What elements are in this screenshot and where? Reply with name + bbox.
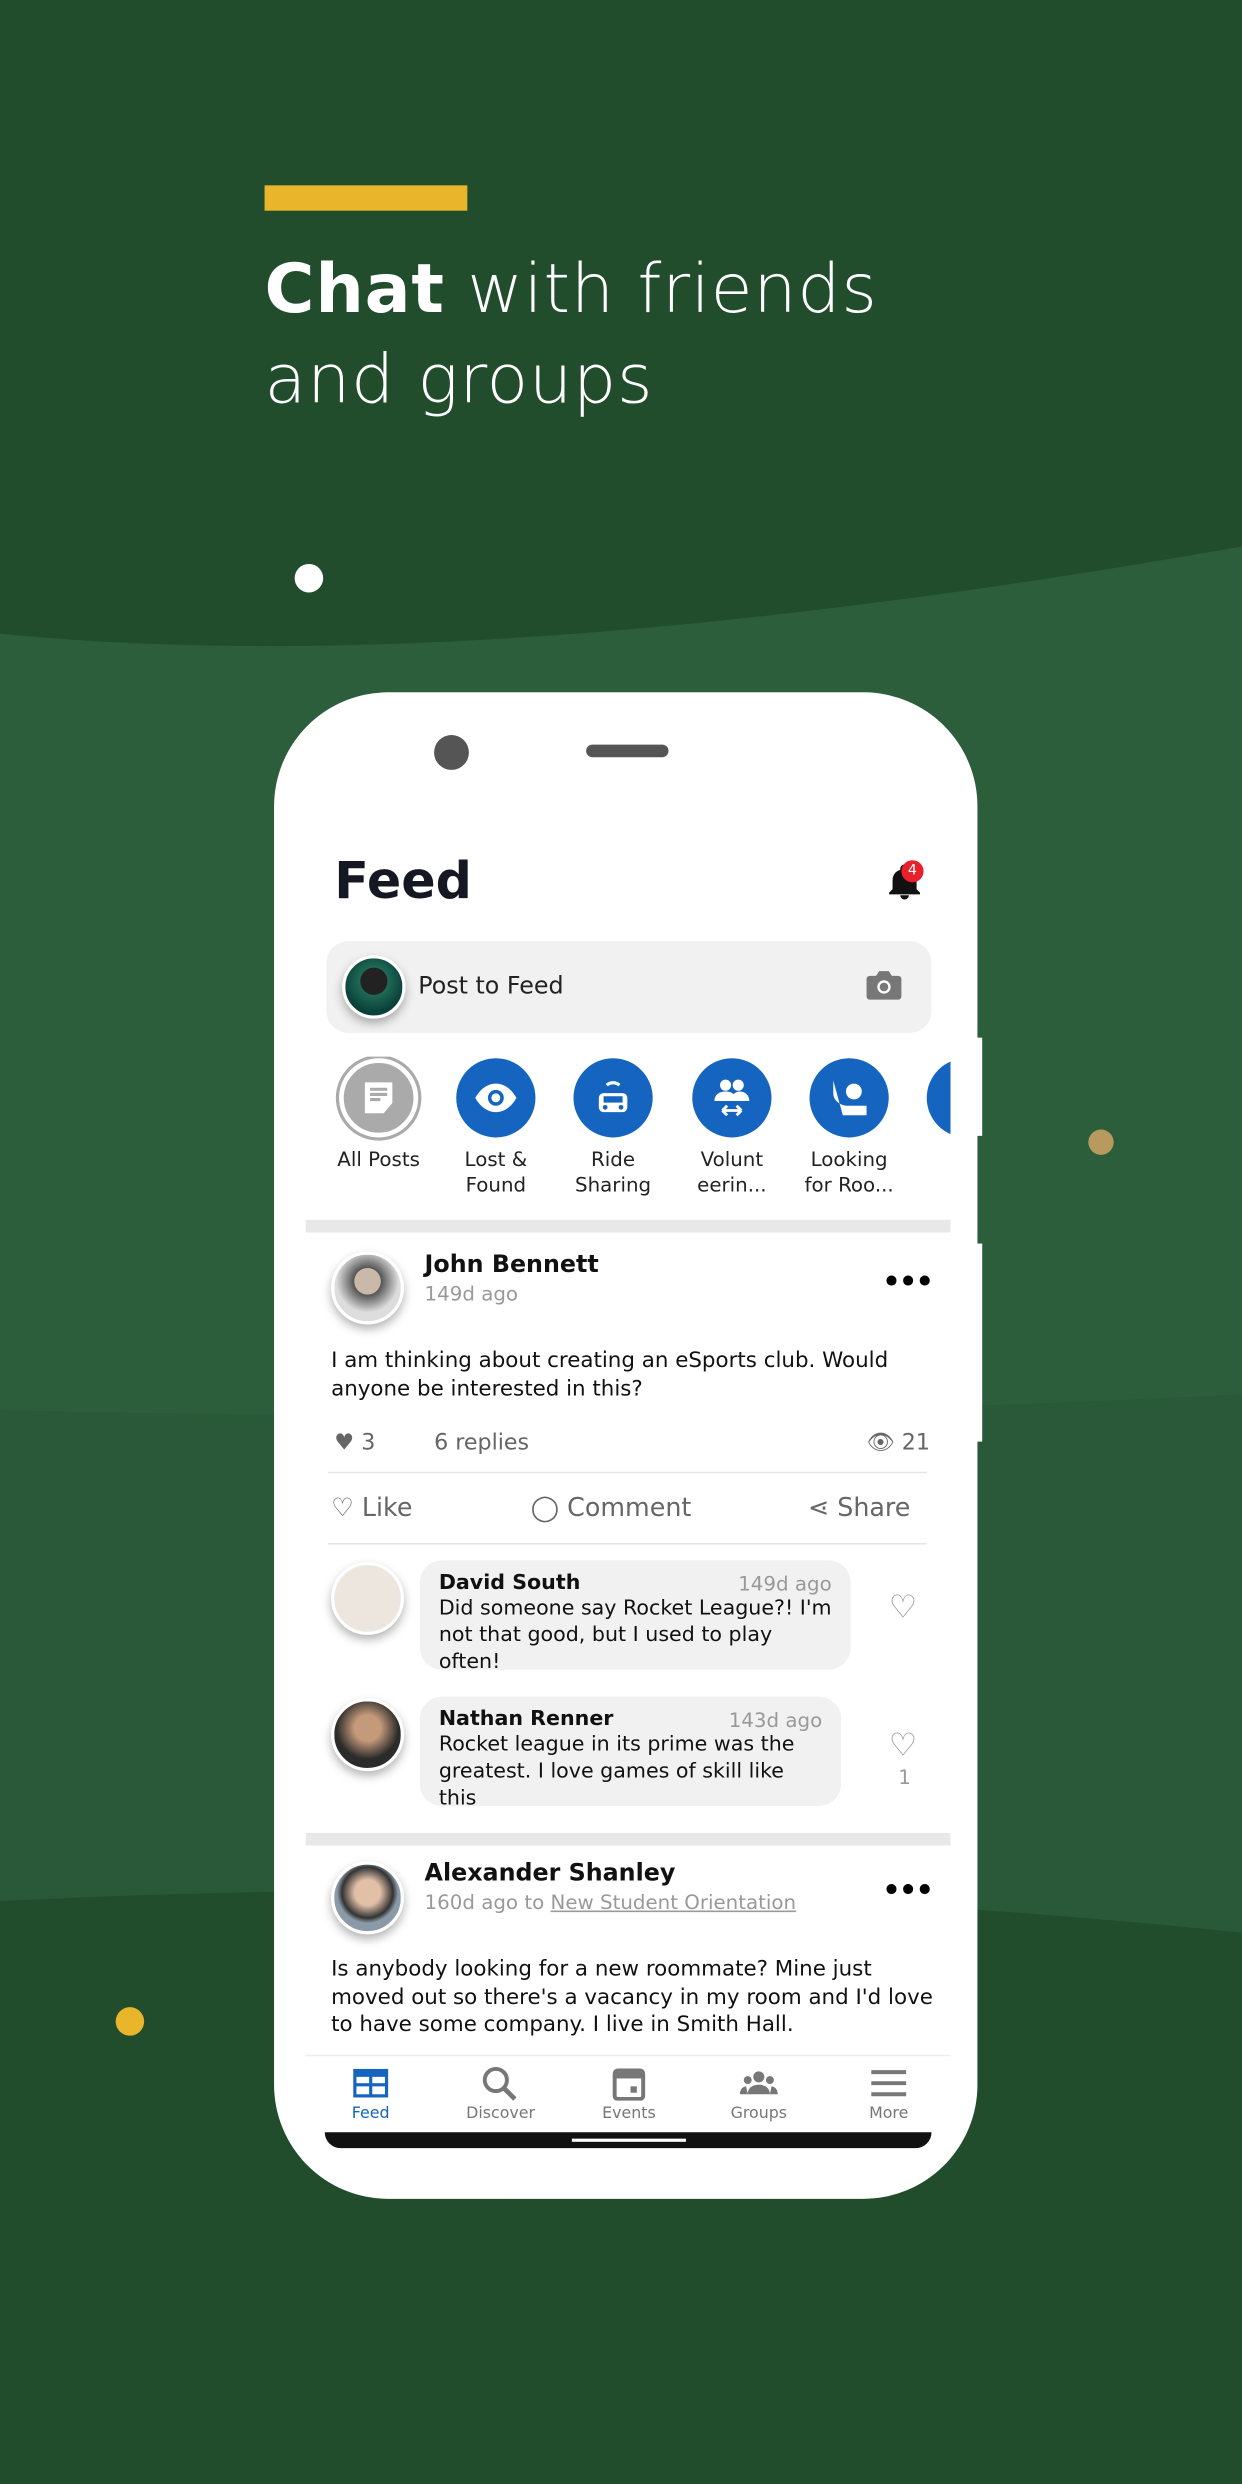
post-author[interactable]: John Bennett <box>425 1250 599 1279</box>
decor-dot <box>115 2007 145 2036</box>
divider <box>305 1832 951 1846</box>
nav-more[interactable]: More <box>833 2066 944 2123</box>
replies-count[interactable]: 6 replies <box>434 1431 529 1456</box>
divider <box>327 1471 927 1474</box>
nav-groups[interactable]: Groups <box>703 2066 814 2123</box>
avatar[interactable] <box>331 1562 404 1635</box>
category-lost-found[interactable]: Lost & Found <box>444 1057 549 1198</box>
feed-icon <box>353 2068 389 2098</box>
category-strip: All Posts Lost & Found Ride Sharing Volunt… <box>326 1057 951 1215</box>
comment-bubble: Nathan Renner 143d ago Rocket league in i… <box>419 1696 842 1811</box>
eye-icon: 👁 <box>866 1430 895 1456</box>
eye-icon <box>456 1058 536 1138</box>
nav-discover[interactable]: Discover <box>445 2066 556 2123</box>
nav-feed[interactable]: Feed <box>315 2066 426 2123</box>
share-icon: ⋖ <box>807 1492 830 1523</box>
category-volunteering[interactable]: Volunt eerin... <box>680 1057 785 1198</box>
phone-frame: Feed 4 Post to Feed All Posts Lost & Foun… <box>274 692 978 2199</box>
menu-icon <box>871 2070 907 2097</box>
promo-screen: Chat with friends and groups Feed 4 Post … <box>0 0 1242 2484</box>
home-indicator[interactable] <box>571 2138 686 2142</box>
category-ride-sharing[interactable]: Ride Sharing <box>561 1057 666 1198</box>
avatar[interactable] <box>331 1251 404 1325</box>
plus-icon <box>926 1058 951 1138</box>
decor-dot <box>294 563 324 593</box>
avatar <box>342 955 406 1019</box>
composer-placeholder: Post to Feed <box>418 971 564 1000</box>
divider <box>305 1219 951 1233</box>
system-nav-bar <box>324 2132 932 2149</box>
post-time: 149d ago <box>424 1281 519 1306</box>
more-options-icon[interactable]: ••• <box>882 1874 933 1907</box>
document-icon <box>339 1058 419 1138</box>
headline: Chat with friends and groups <box>264 250 878 420</box>
avatar[interactable] <box>331 1861 404 1935</box>
share-button[interactable]: ⋖ Share <box>808 1492 910 1522</box>
group-link[interactable]: New Student Orientation <box>551 1890 797 1914</box>
people-swap-icon <box>692 1058 772 1138</box>
comment-like-heart-icon[interactable]: ♡ <box>889 1587 917 1625</box>
comment-like-count: 1 <box>898 1764 911 1789</box>
app-screen: Feed 4 Post to Feed All Posts Lost & Foun… <box>305 692 951 2199</box>
category-looking-for-roommate[interactable]: Looking for Roo... <box>797 1057 902 1198</box>
post-to-feed-input[interactable]: Post to Feed <box>326 941 932 1033</box>
notification-badge: 4 <box>901 860 924 883</box>
like-count: ♥ 3 <box>334 1430 376 1456</box>
post-author[interactable]: Alexander Shanley <box>425 1858 676 1887</box>
heart-icon: ♥ <box>334 1430 355 1456</box>
category-all-posts[interactable]: All Posts <box>326 1057 431 1173</box>
groups-icon <box>739 2071 778 2095</box>
accent-bar <box>264 185 468 211</box>
category-ideas[interactable]: IdSu <box>914 1057 951 1198</box>
nav-events[interactable]: Events <box>573 2066 684 2123</box>
page-title: Feed <box>334 850 472 911</box>
divider <box>327 1542 927 1545</box>
camera-icon[interactable] <box>865 970 903 1002</box>
comment-bubble: David South 149d ago Did someone say Rock… <box>419 1560 851 1674</box>
person-wave-icon <box>809 1058 889 1138</box>
post-meta: 160d ago to New Student Orientation <box>424 1889 797 1914</box>
decor-dot <box>1088 1129 1114 1155</box>
bottom-nav: Feed Discover Events Groups More <box>305 2054 951 2134</box>
post-body: I am thinking about creating an eSports … <box>331 1348 889 1402</box>
post-body: Is anybody looking for a new roommate? M… <box>331 1956 933 2038</box>
search-icon <box>482 2066 517 2101</box>
car-icon <box>573 1058 653 1138</box>
avatar[interactable] <box>331 1698 404 1772</box>
comment-button[interactable]: ◯ Comment <box>531 1492 692 1522</box>
view-count: 👁 21 <box>866 1430 931 1456</box>
comment-icon: ◯ <box>530 1492 560 1523</box>
calendar-icon <box>612 2068 646 2102</box>
comment-like-heart-icon[interactable]: ♡ <box>889 1725 917 1763</box>
more-options-icon[interactable]: ••• <box>882 1266 933 1299</box>
like-button[interactable]: ♡ Like <box>331 1492 412 1522</box>
